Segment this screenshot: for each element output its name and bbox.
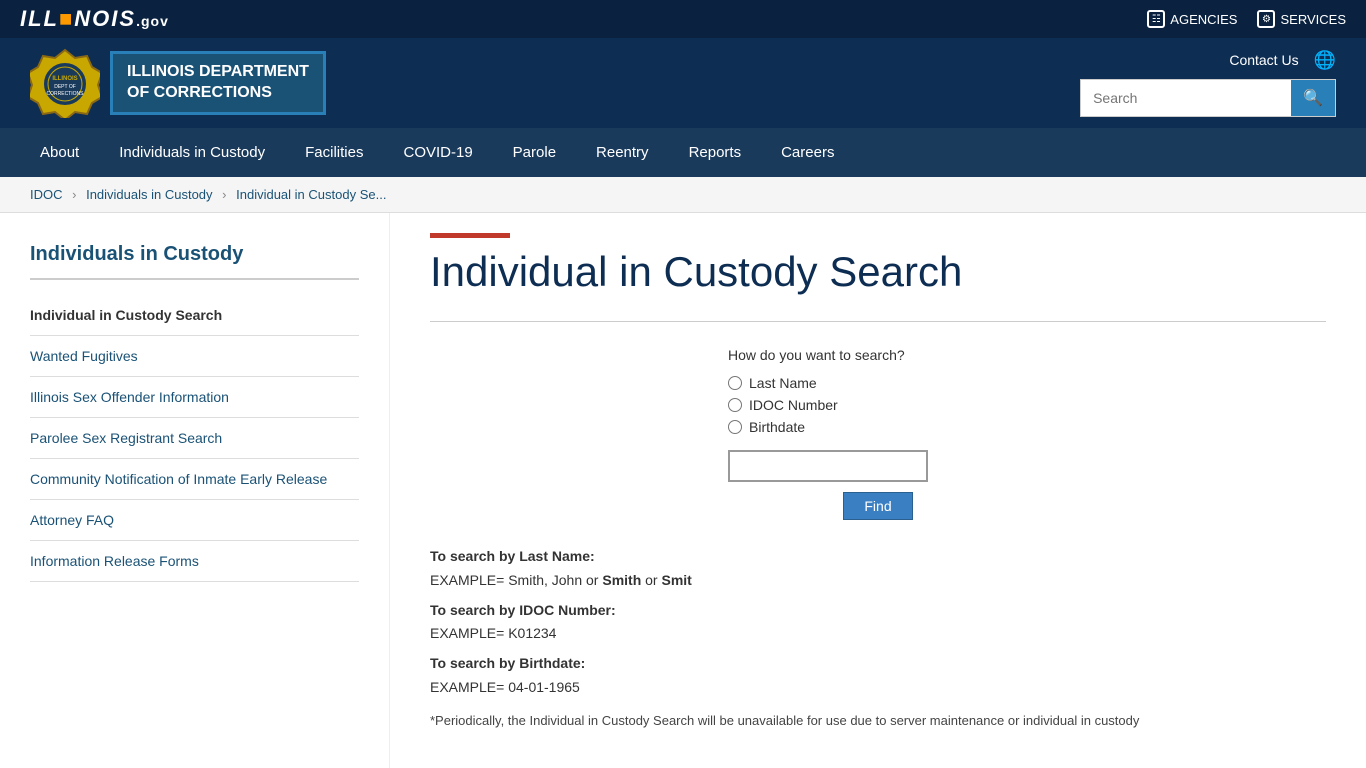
radio-last-name: Last Name: [728, 375, 1028, 391]
radio-birthdate-input[interactable]: [728, 420, 742, 434]
red-accent-bar: [430, 233, 510, 238]
contact-label: Contact Us: [1229, 52, 1298, 68]
breadcrumb-individuals[interactable]: Individuals in Custody: [86, 187, 212, 202]
breadcrumb-idoc[interactable]: IDOC: [30, 187, 63, 202]
nav-facilities[interactable]: Facilities: [285, 128, 383, 177]
radio-idoc-label: IDOC Number: [749, 397, 838, 413]
radio-birthdate: Birthdate: [728, 419, 1028, 435]
search-instructions: To search by Last Name: EXAMPLE= Smith, …: [430, 545, 1326, 732]
breadcrumb: IDOC › Individuals in Custody › Individu…: [0, 177, 1366, 213]
birthdate-instruction: To search by Birthdate: EXAMPLE= 04-01-1…: [430, 652, 1326, 700]
last-name-instruction: To search by Last Name: EXAMPLE= Smith, …: [430, 545, 1326, 593]
breadcrumb-sep2: ›: [222, 187, 230, 202]
logo-gov: .gov: [136, 13, 169, 29]
breadcrumb-current[interactable]: Individual in Custody Se...: [236, 187, 386, 202]
search-how-label: How do you want to search?: [728, 347, 1028, 363]
dept-line1: ILLINOIS DEPARTMENT: [127, 62, 309, 83]
site-search-bar: 🔍: [1080, 79, 1336, 117]
title-divider: [430, 321, 1326, 322]
search-form: How do you want to search? Last Name IDO…: [728, 347, 1028, 520]
contact-link[interactable]: Contact Us: [1229, 52, 1298, 68]
main-nav: About Individuals in Custody Facilities …: [0, 128, 1366, 177]
sidebar-item-community-notification[interactable]: Community Notification of Inmate Early R…: [30, 459, 359, 500]
radio-birthdate-label: Birthdate: [749, 419, 805, 435]
header-logo: ILLINOIS DEPT OF CORRECTIONS ILLINOIS DE…: [30, 48, 326, 118]
top-bar: ILL■NOIS.gov ☷ AGENCIES ⚙ SERVICES: [0, 0, 1366, 38]
header-right: Contact Us 🌐 🔍: [1080, 50, 1336, 117]
nav-reports[interactable]: Reports: [669, 128, 762, 177]
nav-individuals-in-custody[interactable]: Individuals in Custody: [99, 128, 285, 177]
state-logo: ILL■NOIS.gov: [20, 6, 169, 32]
services-label: SERVICES: [1280, 12, 1346, 27]
site-search-input[interactable]: [1081, 82, 1291, 114]
site-search-button[interactable]: 🔍: [1291, 80, 1335, 116]
find-button[interactable]: Find: [843, 492, 912, 520]
site-header: ILLINOIS DEPT OF CORRECTIONS ILLINOIS DE…: [0, 38, 1366, 128]
services-icon: ⚙: [1257, 10, 1275, 28]
dept-name: ILLINOIS DEPARTMENT OF CORRECTIONS: [110, 51, 326, 115]
top-bar-links: ☷ AGENCIES ⚙ SERVICES: [1147, 10, 1346, 28]
nav-careers[interactable]: Careers: [761, 128, 854, 177]
svg-text:CORRECTIONS: CORRECTIONS: [47, 91, 85, 97]
main-section: Individual in Custody Search How do you …: [390, 213, 1366, 768]
agencies-link[interactable]: ☷ AGENCIES: [1147, 10, 1237, 28]
sidebar: Individuals in Custody Individual in Cus…: [0, 213, 390, 768]
globe-icon: 🌐: [1314, 50, 1336, 71]
header-top-links: Contact Us 🌐: [1229, 50, 1336, 71]
search-input-row: [728, 450, 1028, 482]
maintenance-note: *Periodically, the Individual in Custody…: [430, 710, 1326, 732]
idoc-instruction: To search by IDOC Number: EXAMPLE= K0123…: [430, 599, 1326, 647]
sidebar-item-attorney-faq[interactable]: Attorney FAQ: [30, 500, 359, 541]
nav-parole[interactable]: Parole: [493, 128, 576, 177]
svg-text:ILLINOIS: ILLINOIS: [52, 76, 77, 82]
custody-search-input[interactable]: [728, 450, 928, 482]
nav-reentry[interactable]: Reentry: [576, 128, 669, 177]
breadcrumb-sep1: ›: [72, 187, 80, 202]
nav-covid19[interactable]: COVID-19: [383, 128, 492, 177]
sidebar-item-info-release[interactable]: Information Release Forms: [30, 541, 359, 582]
sidebar-title: Individuals in Custody: [30, 243, 359, 280]
agencies-label: AGENCIES: [1170, 12, 1237, 27]
radio-last-name-label: Last Name: [749, 375, 817, 391]
search-form-container: How do you want to search? Last Name IDO…: [430, 347, 1326, 520]
svg-text:DEPT OF: DEPT OF: [54, 84, 76, 90]
nav-about[interactable]: About: [20, 128, 99, 177]
sidebar-item-parolee-sex[interactable]: Parolee Sex Registrant Search: [30, 418, 359, 459]
logo-ill: ILL■NOIS: [20, 6, 136, 31]
services-link[interactable]: ⚙ SERVICES: [1257, 10, 1346, 28]
page-title: Individual in Custody Search: [430, 248, 1326, 296]
badge-icon: ILLINOIS DEPT OF CORRECTIONS: [30, 48, 100, 118]
radio-idoc-input[interactable]: [728, 398, 742, 412]
sidebar-item-wanted-fugitives[interactable]: Wanted Fugitives: [30, 336, 359, 377]
sidebar-item-active: Individual in Custody Search: [30, 295, 359, 336]
radio-last-name-input[interactable]: [728, 376, 742, 390]
dept-line2: OF CORRECTIONS: [127, 83, 309, 104]
search-radio-group: Last Name IDOC Number Birthdate: [728, 375, 1028, 435]
radio-idoc-number: IDOC Number: [728, 397, 1028, 413]
content-area: Individuals in Custody Individual in Cus…: [0, 213, 1366, 768]
sidebar-item-sex-offender[interactable]: Illinois Sex Offender Information: [30, 377, 359, 418]
agencies-icon: ☷: [1147, 10, 1165, 28]
